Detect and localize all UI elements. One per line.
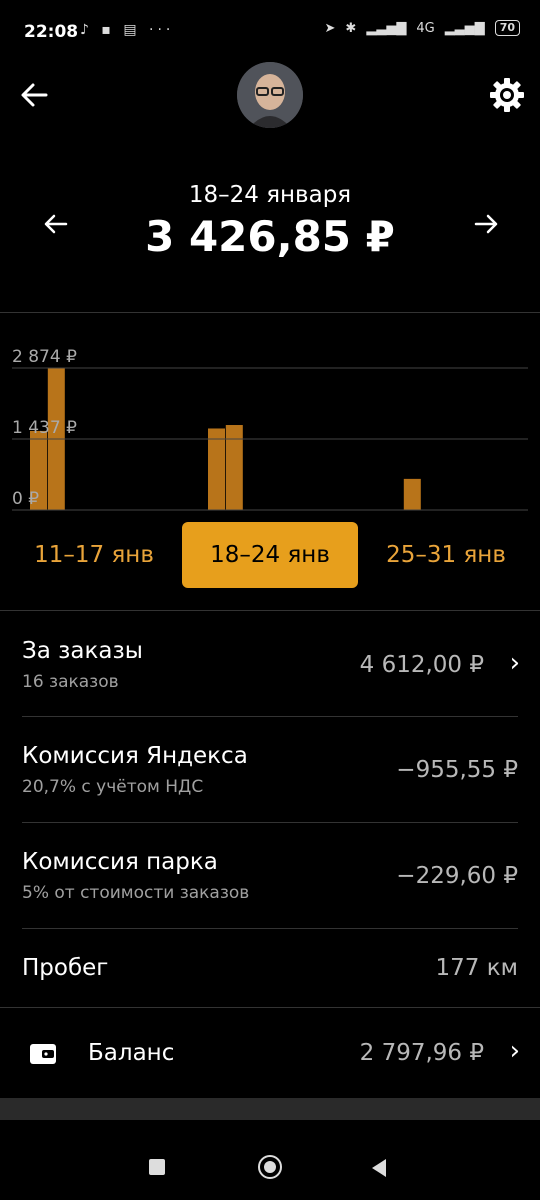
row-title: Комиссия Яндекса: [22, 743, 248, 769]
week-tab-prev[interactable]: 11–17 янв: [8, 522, 180, 588]
row-title: Баланс: [88, 1040, 175, 1066]
bluetooth-icon: ✱: [345, 20, 357, 36]
row-value: 4 612,00 ₽: [359, 652, 484, 678]
row-value: −955,55 ₽: [396, 757, 518, 783]
arrow-right-icon: [474, 214, 498, 234]
bottom-sheet-edge: [0, 1098, 540, 1120]
status-time: 22:08: [24, 22, 79, 42]
period-range: 18–24 января: [188, 182, 352, 208]
row-title: Комиссия парка: [22, 849, 218, 875]
chevron-right-icon: ›: [509, 648, 520, 678]
chart-bar: [225, 425, 243, 510]
recents-button[interactable]: [149, 1159, 165, 1175]
user-photo: [237, 62, 303, 128]
system-icons: ➤ ✱ ▂▃▅▇ 4G ▂▃▅▇ 70: [325, 20, 520, 36]
status-bar: 22:08 ♪ ▪ ▤ ··· ➤ ✱ ▂▃▅▇ 4G ▂▃▅▇ 70: [0, 0, 540, 62]
location-icon: ➤: [324, 20, 336, 36]
week-tab-current[interactable]: 18–24 янв: [182, 522, 358, 588]
row-title: Пробег: [22, 955, 109, 981]
arrow-left-icon: [21, 83, 48, 107]
signal-icon-2: ▂▃▅▇: [444, 20, 485, 36]
navigation-bar: [0, 1120, 540, 1200]
row-value: −229,60 ₽: [396, 863, 518, 889]
period-total: 3 426,85 ₽: [145, 212, 395, 261]
signal-icon: ▂▃▅▇: [366, 20, 407, 36]
orders-row[interactable]: За заказы 16 заказов 4 612,00 ₽ ›: [0, 612, 540, 716]
wallet-icon: [30, 1044, 56, 1064]
balance-row[interactable]: Баланс 2 797,96 ₽ ›: [0, 1008, 540, 1098]
chart-bar: [403, 478, 421, 510]
yandex-fee-row: Комиссия Яндекса 20,7% с учётом НДС −955…: [0, 717, 540, 822]
notification-icons: ♪ ▪ ▤ ···: [80, 22, 175, 38]
y-tick-label: 0 ₽: [12, 489, 39, 509]
settings-button[interactable]: [488, 76, 526, 114]
row-title: За заказы: [22, 638, 143, 664]
row-value: 2 797,96 ₽: [359, 1040, 484, 1066]
network-type: 4G: [416, 20, 435, 36]
earnings-chart: 2 874 ₽ 1 437 ₽ 0 ₽: [12, 347, 528, 511]
y-tick-label: 1 437 ₽: [12, 418, 77, 438]
week-tab-next[interactable]: 25–31 янв: [360, 522, 532, 588]
next-period-button[interactable]: [470, 208, 502, 240]
park-fee-row: Комиссия парка 5% от стоимости заказов −…: [0, 823, 540, 928]
divider: [0, 312, 540, 313]
row-subtitle: 16 заказов: [22, 672, 119, 692]
avatar[interactable]: [237, 62, 303, 128]
row-subtitle: 20,7% с учётом НДС: [22, 777, 204, 797]
row-value: 177 км: [435, 955, 518, 981]
chart-bar: [208, 428, 225, 510]
row-subtitle: 5% от стоимости заказов: [22, 883, 250, 903]
y-tick-label: 2 874 ₽: [12, 347, 77, 367]
mileage-row: Пробег 177 км: [0, 929, 540, 1007]
divider: [0, 610, 540, 611]
back-button[interactable]: [18, 78, 52, 112]
gear-icon: [490, 78, 524, 112]
chevron-right-icon: ›: [509, 1036, 520, 1066]
battery-icon: 70: [494, 20, 520, 36]
home-button[interactable]: [258, 1155, 282, 1179]
back-nav-button[interactable]: [370, 1158, 388, 1178]
